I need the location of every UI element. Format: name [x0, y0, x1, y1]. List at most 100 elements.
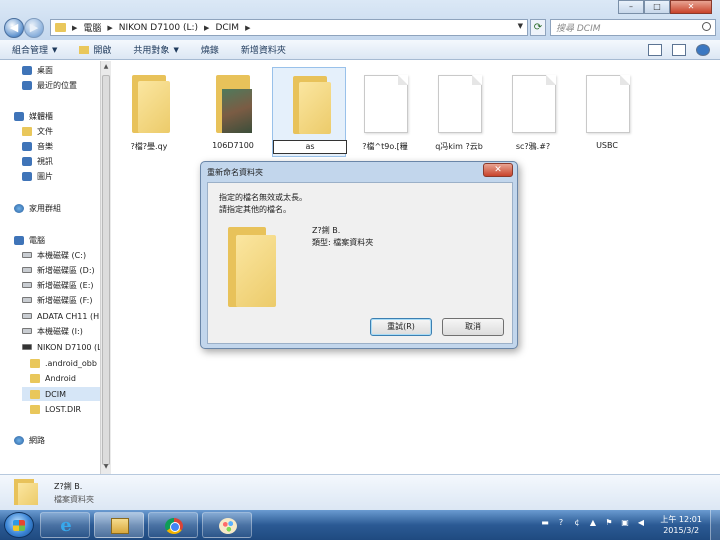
nav-label: 最近的位置 [37, 80, 77, 90]
nav-item-android-obb[interactable]: .android_obb [30, 356, 97, 370]
folder-icon [132, 75, 170, 133]
nav-item-music[interactable]: 音樂 [22, 139, 53, 153]
nav-label: 網路 [29, 435, 45, 445]
file-tile[interactable]: q冯kim ?云b [422, 67, 496, 157]
nav-item-drive-e[interactable]: 新增磁碟區 (E:) [22, 278, 94, 292]
scroll-down-icon[interactable]: ▼ [102, 463, 110, 472]
file-tile[interactable]: ?檔^t9o.[糧 [348, 67, 422, 157]
nav-label: 圖片 [37, 171, 53, 181]
nav-item-recent-places[interactable]: 最近的位置 [22, 78, 77, 92]
taskbar-paint[interactable] [202, 512, 252, 538]
nav-item-drive-l[interactable]: NIKON D7100 (L [22, 340, 102, 354]
navigation-pane: 桌面 最近的位置 媒體櫃 文件 音樂 視訊 圖片 家用群組 電腦 本機磁碟 (C… [0, 61, 102, 474]
file-tile-renaming[interactable]: as [272, 67, 347, 157]
nav-item-pictures[interactable]: 圖片 [22, 169, 53, 183]
dialog-close-button[interactable]: ✕ [483, 163, 513, 177]
nav-item-dcim[interactable]: DCIM [22, 387, 100, 401]
new-folder-button[interactable]: 新增資料夾 [241, 43, 286, 56]
nav-label: 新增磁碟區 (E:) [37, 280, 94, 290]
notification-icon[interactable]: ¢ [572, 518, 582, 528]
start-button[interactable] [4, 512, 34, 538]
internet-explorer-icon: e [60, 515, 72, 536]
maximize-button[interactable]: □ [644, 0, 670, 14]
breadcrumb-drive[interactable]: NIKON D7100 (L:) [119, 23, 198, 33]
back-button[interactable]: ◀ [4, 18, 24, 38]
help-icon[interactable]: ? [556, 518, 566, 528]
chevron-down-icon[interactable]: ▼ [518, 22, 523, 30]
help-icon[interactable] [696, 44, 710, 56]
minimize-button[interactable]: – [618, 0, 644, 14]
file-icon [438, 75, 482, 133]
breadcrumb-dcim[interactable]: DCIM [215, 23, 239, 33]
search-placeholder: 搜尋 DCIM [556, 24, 601, 34]
windows-logo-icon [13, 520, 25, 531]
search-input[interactable]: 搜尋 DCIM [550, 19, 716, 36]
scroll-thumb[interactable] [102, 75, 110, 465]
window-title-bar: – □ ✕ ◀ ▶ ▶ 電腦 ▶ NIKON D7100 (L:) ▶ DCIM… [0, 0, 720, 40]
nav-item-homegroup[interactable]: 家用群組 [14, 201, 61, 215]
nav-item-lost-dir[interactable]: LOST.DIR [30, 402, 81, 416]
file-tile[interactable]: 106D7100 [196, 67, 270, 157]
file-tile[interactable]: USBC [570, 67, 644, 157]
nav-label: 本機磁碟 (C:) [37, 250, 87, 260]
file-name: ?檔?璺.qy [130, 142, 168, 151]
nav-item-desktop[interactable]: 桌面 [22, 63, 53, 77]
breadcrumb-computer[interactable]: 電腦 [83, 21, 101, 34]
file-icon [364, 75, 408, 133]
burn-button[interactable]: 燒錄 [201, 43, 219, 56]
nav-item-android[interactable]: Android [30, 371, 76, 385]
refresh-button[interactable]: ⟳ [530, 19, 546, 36]
rename-input[interactable]: as [273, 140, 347, 154]
nav-label: LOST.DIR [45, 404, 82, 414]
nav-item-libraries[interactable]: 媒體櫃 [14, 109, 53, 123]
nav-item-videos[interactable]: 視訊 [22, 154, 53, 168]
organize-button[interactable]: 組合管理 ▼ [12, 43, 57, 57]
nav-item-drive-i[interactable]: 本機磁碟 (I:) [22, 324, 83, 338]
chevron-down-icon: ▼ [173, 45, 179, 54]
breadcrumb-separator-icon: ▶ [107, 23, 113, 32]
volume-icon[interactable]: ◀ [636, 518, 646, 528]
close-window-button[interactable]: ✕ [670, 0, 712, 14]
nav-item-network[interactable]: 網路 [14, 433, 45, 447]
nav-item-drive-h[interactable]: ADATA CH11 (H [22, 309, 99, 323]
nav-label: 家用群組 [29, 203, 61, 213]
show-desktop-button[interactable] [710, 510, 720, 540]
clock[interactable]: 上午 12:01 2015/3/2 [660, 514, 702, 536]
nav-label: NIKON D7100 (L [37, 342, 102, 352]
retry-button[interactable]: 重試(R) [370, 318, 432, 336]
dialog-folder-type: 類型: 檔案資料夾 [312, 238, 374, 247]
tray-app-icon[interactable]: ▬ [540, 518, 550, 528]
address-bar[interactable]: ▶ 電腦 ▶ NIKON D7100 (L:) ▶ DCIM ▶ ▼ [50, 19, 528, 36]
nav-item-drive-c[interactable]: 本機磁碟 (C:) [22, 248, 86, 262]
preview-pane-icon[interactable] [672, 44, 686, 56]
network-icon[interactable]: ▣ [620, 518, 630, 528]
scroll-up-icon[interactable]: ▲ [102, 63, 110, 72]
rename-folder-dialog: 重新命名資料夾 ✕ 指定的檔名無效或太長。 請指定其他的檔名。 Z?鋓 B. 類… [200, 161, 518, 349]
nav-item-drive-d[interactable]: 新增磁碟區 (D:) [22, 263, 95, 277]
nav-item-documents[interactable]: 文件 [22, 124, 53, 138]
show-hidden-icons-icon[interactable]: ▲ [588, 518, 598, 528]
nav-item-computer[interactable]: 電腦 [14, 233, 45, 247]
folder-icon [30, 358, 40, 368]
view-options-icon[interactable] [648, 44, 662, 56]
nav-scrollbar[interactable]: ▲ ▼ [100, 61, 111, 474]
folder-icon [30, 389, 40, 399]
new-folder-label: 新增資料夾 [240, 46, 286, 56]
taskbar-internet-explorer[interactable]: e [40, 512, 90, 538]
taskbar-windows-explorer[interactable] [94, 512, 144, 538]
file-tile[interactable]: sc?鴉.#? [496, 67, 570, 157]
flag-icon[interactable]: ⚑ [604, 518, 614, 528]
libraries-icon [14, 111, 24, 121]
open-button[interactable]: 開啟 [79, 43, 111, 56]
dialog-message-line1: 指定的檔名無效或太長。 [219, 193, 307, 202]
share-with-button[interactable]: 共用對象 ▼ [133, 43, 179, 57]
file-tile[interactable]: ?檔?璺.qy [112, 67, 186, 157]
file-icon [512, 75, 556, 133]
breadcrumb-separator-icon: ▶ [245, 23, 251, 32]
nav-label: .android_obb [45, 358, 97, 368]
forward-button[interactable]: ▶ [24, 18, 44, 38]
nav-item-drive-f[interactable]: 新增磁碟區 (F:) [22, 293, 92, 307]
cancel-button[interactable]: 取消 [442, 318, 504, 336]
windows-explorer-icon [111, 518, 129, 534]
taskbar-google-chrome[interactable] [148, 512, 198, 538]
